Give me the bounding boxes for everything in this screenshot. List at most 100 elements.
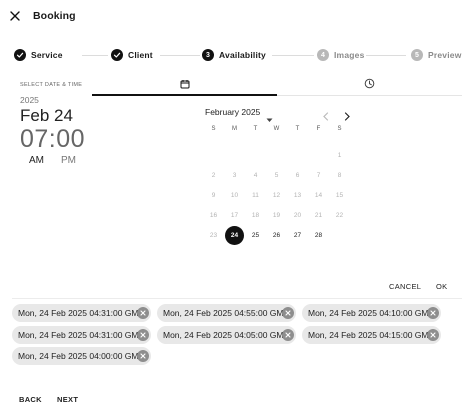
step-number: 5 bbox=[411, 49, 423, 61]
calendar-day[interactable]: 19 bbox=[267, 206, 286, 225]
time-chip[interactable]: Mon, 24 Feb 2025 04:55:00 GMT bbox=[157, 304, 296, 322]
close-icon[interactable] bbox=[9, 10, 21, 22]
date-display[interactable]: Feb 24 bbox=[20, 106, 100, 126]
calendar-day[interactable]: 17 bbox=[225, 206, 244, 225]
dialog-title: Booking bbox=[33, 10, 76, 22]
stepper: Service Client 3 Availability 4 Images 5… bbox=[14, 47, 462, 63]
step-label: Client bbox=[128, 50, 153, 60]
calendar-day[interactable]: 20 bbox=[288, 206, 307, 225]
dialog-header: Booking bbox=[0, 0, 474, 34]
chevron-left-icon[interactable] bbox=[322, 108, 330, 126]
calendar-day[interactable]: 7 bbox=[309, 166, 328, 185]
calendar-day[interactable]: 10 bbox=[225, 186, 244, 205]
clock-icon bbox=[364, 78, 375, 89]
chip-label: Mon, 24 Feb 2025 04:05:00 GMT bbox=[163, 330, 289, 340]
chevron-right-icon[interactable] bbox=[343, 108, 351, 126]
back-button[interactable]: BACK bbox=[19, 395, 42, 404]
active-tab-indicator bbox=[92, 94, 277, 96]
weekday-label: S bbox=[211, 126, 216, 132]
time-chip[interactable]: Mon, 24 Feb 2025 04:31:00 GMT bbox=[12, 304, 151, 322]
calendar-day[interactable]: 25 bbox=[246, 226, 265, 245]
step-label: Availability bbox=[219, 50, 266, 60]
calendar-day[interactable]: 5 bbox=[267, 166, 286, 185]
am-toggle[interactable]: AM bbox=[29, 155, 44, 166]
step-label: Service bbox=[31, 50, 63, 60]
time-chip[interactable]: Mon, 24 Feb 2025 04:31:00 GMT bbox=[12, 326, 151, 344]
calendar-day[interactable]: 14 bbox=[309, 186, 328, 205]
calendar-day[interactable]: 27 bbox=[288, 226, 307, 245]
step-client[interactable]: Client bbox=[111, 47, 153, 63]
picker-actions: CANCEL OK bbox=[0, 280, 474, 294]
year-display[interactable]: 2025 bbox=[20, 95, 100, 105]
calendar-day[interactable]: 9 bbox=[204, 186, 223, 205]
tab-time[interactable] bbox=[277, 72, 462, 95]
pm-toggle[interactable]: PM bbox=[61, 155, 76, 166]
cancel-button[interactable]: CANCEL bbox=[389, 282, 421, 291]
calendar-day[interactable]: 28 bbox=[309, 226, 328, 245]
time-display[interactable]: 07:00 bbox=[20, 125, 100, 154]
chip-label: Mon, 24 Feb 2025 04:31:00 GMT bbox=[18, 308, 144, 318]
remove-chip-icon[interactable] bbox=[137, 307, 149, 319]
step-preview[interactable]: 5 Preview bbox=[411, 47, 462, 63]
ok-button[interactable]: OK bbox=[436, 282, 447, 291]
step-number: 4 bbox=[317, 49, 329, 61]
chip-label: Mon, 24 Feb 2025 04:10:00 GMT bbox=[308, 308, 434, 318]
calendar-day[interactable]: 2 bbox=[204, 166, 223, 185]
step-label: Images bbox=[334, 50, 365, 60]
tab-divider bbox=[277, 95, 462, 96]
remove-chip-icon[interactable] bbox=[427, 329, 439, 341]
step-availability[interactable]: 3 Availability bbox=[202, 47, 266, 63]
check-icon bbox=[111, 49, 123, 61]
select-label: SELECT DATE & TIME bbox=[20, 82, 83, 88]
datetime-summary: SELECT DATE & TIME 2025 Feb 24 07:00 AM … bbox=[20, 82, 100, 166]
weekday-label: W bbox=[273, 126, 280, 132]
time-chip[interactable]: Mon, 24 Feb 2025 04:10:00 GMT bbox=[302, 304, 441, 322]
step-service[interactable]: Service bbox=[14, 47, 63, 63]
calendar-day[interactable]: 23 bbox=[204, 226, 223, 245]
calendar-day[interactable]: 6 bbox=[288, 166, 307, 185]
calendar-day[interactable]: 11 bbox=[246, 186, 265, 205]
remove-chip-icon[interactable] bbox=[282, 307, 294, 319]
calendar-day[interactable]: 12 bbox=[267, 186, 286, 205]
month-year-label[interactable]: February 2025 bbox=[205, 107, 260, 117]
calendar-day[interactable]: 1 bbox=[330, 146, 349, 165]
weekday-label: F bbox=[316, 126, 321, 132]
chip-label: Mon, 24 Feb 2025 04:15:00 GMT bbox=[308, 330, 434, 340]
weekday-label: M bbox=[232, 126, 237, 132]
calendar-day[interactable]: 3 bbox=[225, 166, 244, 185]
chip-label: Mon, 24 Feb 2025 04:00:00 GMT bbox=[18, 351, 144, 361]
next-button[interactable]: NEXT bbox=[57, 395, 78, 404]
remove-chip-icon[interactable] bbox=[282, 329, 294, 341]
tab-date[interactable] bbox=[92, 72, 277, 95]
step-label: Preview bbox=[428, 50, 462, 60]
calendar-day[interactable]: 8 bbox=[330, 166, 349, 185]
calendar-day[interactable]: 21 bbox=[309, 206, 328, 225]
time-chip[interactable]: Mon, 24 Feb 2025 04:15:00 GMT bbox=[302, 326, 441, 344]
step-connector bbox=[366, 55, 406, 56]
calendar-header: February 2025 bbox=[205, 106, 355, 122]
step-images[interactable]: 4 Images bbox=[317, 47, 365, 63]
calendar-day[interactable]: 22 bbox=[330, 206, 349, 225]
weekday-label: T bbox=[295, 126, 300, 132]
step-connector bbox=[160, 55, 200, 56]
remove-chip-icon[interactable] bbox=[137, 329, 149, 341]
remove-chip-icon[interactable] bbox=[427, 307, 439, 319]
calendar-day-selected[interactable]: 24 bbox=[225, 226, 244, 245]
picker-tabs bbox=[92, 72, 462, 96]
step-connector bbox=[272, 55, 314, 56]
calendar-day[interactable]: 16 bbox=[204, 206, 223, 225]
chip-label: Mon, 24 Feb 2025 04:31:00 GMT bbox=[18, 330, 144, 340]
weekday-label: S bbox=[337, 126, 342, 132]
check-icon bbox=[14, 49, 26, 61]
step-number: 3 bbox=[202, 49, 214, 61]
calendar-icon bbox=[180, 79, 189, 88]
calendar-day[interactable]: 18 bbox=[246, 206, 265, 225]
calendar-day[interactable]: 4 bbox=[246, 166, 265, 185]
step-connector bbox=[82, 55, 108, 56]
remove-chip-icon[interactable] bbox=[137, 350, 149, 362]
time-chip[interactable]: Mon, 24 Feb 2025 04:00:00 GMT bbox=[12, 347, 151, 365]
calendar-day[interactable]: 15 bbox=[330, 186, 349, 205]
time-chip[interactable]: Mon, 24 Feb 2025 04:05:00 GMT bbox=[157, 326, 296, 344]
calendar-day[interactable]: 26 bbox=[267, 226, 286, 245]
calendar-day[interactable]: 13 bbox=[288, 186, 307, 205]
